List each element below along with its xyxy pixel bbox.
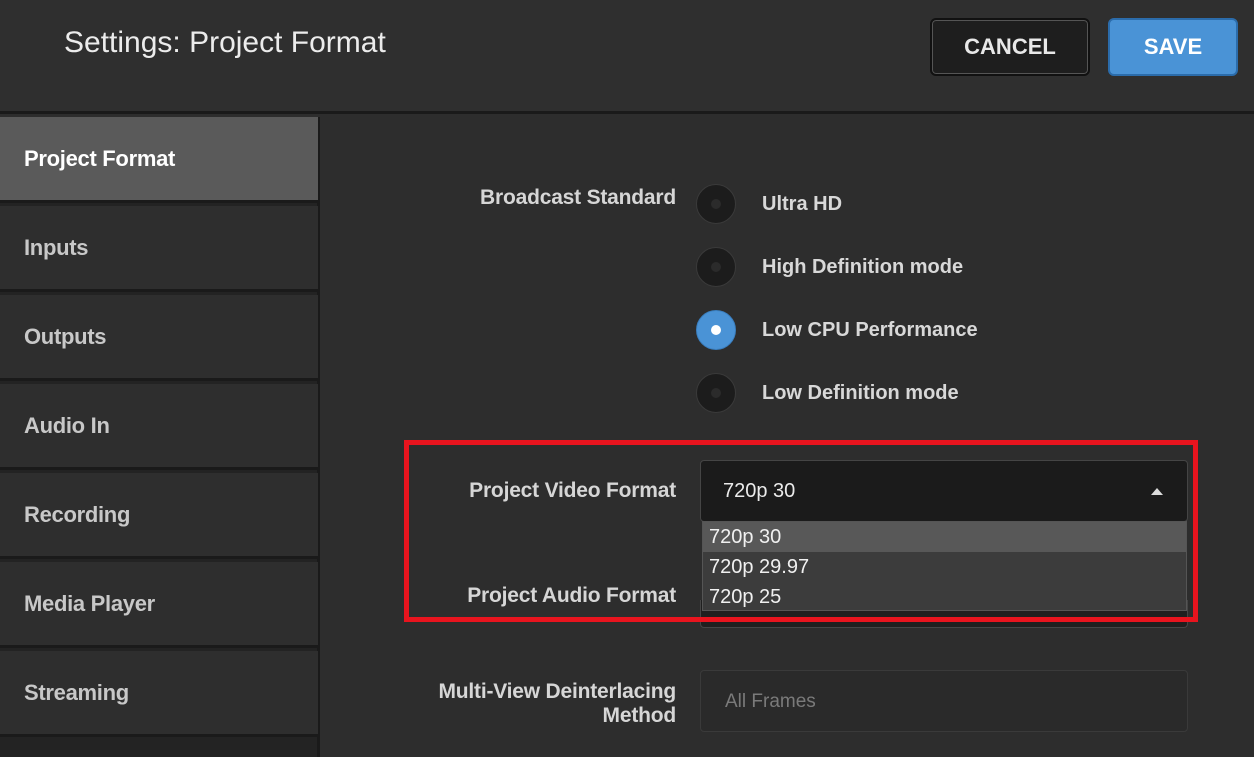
- radio-label: Low Definition mode: [762, 381, 959, 404]
- deinterlacing-placeholder: All Frames: [725, 691, 816, 712]
- radio-option-high-definition[interactable]: High Definition mode: [696, 247, 963, 287]
- sidebar-item-media-player[interactable]: Media Player: [0, 562, 318, 648]
- highlight-box: [404, 440, 1198, 622]
- broadcast-standard-label: Broadcast Standard: [480, 186, 676, 209]
- radio-button[interactable]: [696, 247, 736, 287]
- radio-option-ultra-hd[interactable]: Ultra HD: [696, 184, 842, 224]
- page-title: Settings: Project Format: [64, 26, 386, 59]
- radio-button-selected[interactable]: [696, 310, 736, 350]
- radio-option-low-cpu[interactable]: Low CPU Performance: [696, 310, 978, 350]
- radio-button[interactable]: [696, 373, 736, 413]
- deinterlacing-label-line1: Multi-View Deinterlacing: [438, 680, 676, 703]
- sidebar-item-outputs[interactable]: Outputs: [0, 295, 318, 381]
- radio-label: Ultra HD: [762, 192, 843, 215]
- radio-button[interactable]: [696, 184, 736, 224]
- radio-label: High Definition mode: [762, 255, 964, 278]
- deinterlacing-label-line2: Method: [602, 704, 677, 727]
- sidebar-item-inputs[interactable]: Inputs: [0, 206, 318, 292]
- settings-sidebar: Project Format Inputs Outputs Audio In R…: [0, 117, 320, 757]
- radio-label: Low CPU Performance: [762, 318, 978, 341]
- cancel-button[interactable]: CANCEL: [930, 18, 1090, 76]
- deinterlacing-select[interactable]: All Frames: [700, 670, 1188, 732]
- sidebar-item-project-format[interactable]: Project Format: [0, 117, 318, 203]
- sidebar-item-streaming[interactable]: Streaming: [0, 651, 318, 737]
- save-button[interactable]: SAVE: [1108, 18, 1238, 76]
- header-bar: Settings: Project Format CANCEL SAVE: [0, 0, 1254, 114]
- deinterlacing-label: Multi-View Deinterlacing Method: [360, 680, 676, 728]
- sidebar-item-recording[interactable]: Recording: [0, 473, 318, 559]
- radio-option-low-definition[interactable]: Low Definition mode: [696, 373, 959, 413]
- sidebar-item-audio-in[interactable]: Audio In: [0, 384, 318, 470]
